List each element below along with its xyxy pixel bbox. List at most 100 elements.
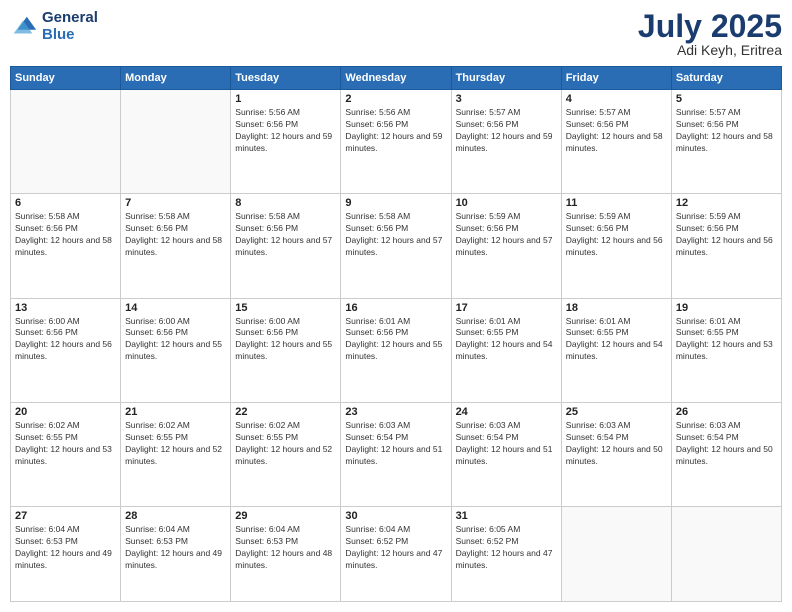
- day-cell: 2 Sunrise: 5:56 AMSunset: 6:56 PMDaylight…: [341, 90, 451, 194]
- day-number: 5: [676, 93, 777, 105]
- day-cell: 17 Sunrise: 6:01 AMSunset: 6:55 PMDayligh…: [451, 298, 561, 402]
- day-cell: 24 Sunrise: 6:03 AMSunset: 6:54 PMDayligh…: [451, 402, 561, 506]
- day-info: Sunrise: 6:03 AMSunset: 6:54 PMDaylight:…: [566, 420, 667, 468]
- day-number: 3: [456, 93, 557, 105]
- day-info: Sunrise: 6:03 AMSunset: 6:54 PMDaylight:…: [676, 420, 777, 468]
- day-number: 23: [345, 406, 446, 418]
- day-cell: 20 Sunrise: 6:02 AMSunset: 6:55 PMDayligh…: [11, 402, 121, 506]
- day-cell: 23 Sunrise: 6:03 AMSunset: 6:54 PMDayligh…: [341, 402, 451, 506]
- column-header-tuesday: Tuesday: [231, 67, 341, 90]
- day-number: 25: [566, 406, 667, 418]
- day-info: Sunrise: 6:01 AMSunset: 6:55 PMDaylight:…: [456, 316, 557, 364]
- day-cell: 3 Sunrise: 5:57 AMSunset: 6:56 PMDaylight…: [451, 90, 561, 194]
- day-number: 10: [456, 197, 557, 209]
- day-cell: 12 Sunrise: 5:59 AMSunset: 6:56 PMDayligh…: [671, 194, 781, 298]
- day-info: Sunrise: 6:05 AMSunset: 6:52 PMDaylight:…: [456, 524, 557, 572]
- day-number: 14: [125, 302, 226, 314]
- day-info: Sunrise: 6:04 AMSunset: 6:53 PMDaylight:…: [15, 524, 116, 572]
- day-info: Sunrise: 6:00 AMSunset: 6:56 PMDaylight:…: [235, 316, 336, 364]
- day-cell: 19Sunrise: 6:01 AMSunset: 6:55 PMDayligh…: [671, 298, 781, 402]
- day-number: 13: [15, 302, 116, 314]
- day-info: Sunrise: 6:03 AMSunset: 6:54 PMDaylight:…: [456, 420, 557, 468]
- day-info: Sunrise: 6:00 AMSunset: 6:56 PMDaylight:…: [15, 316, 116, 364]
- column-header-friday: Friday: [561, 67, 671, 90]
- day-cell: 25 Sunrise: 6:03 AMSunset: 6:54 PMDayligh…: [561, 402, 671, 506]
- day-number: 20: [15, 406, 116, 418]
- day-cell: [11, 90, 121, 194]
- day-info: Sunrise: 6:01 AMSunset: 6:55 PMDaylight:…: [676, 316, 777, 364]
- day-number: 16: [345, 302, 446, 314]
- day-number: 9: [345, 197, 446, 209]
- day-number: 27: [15, 510, 116, 522]
- day-cell: 21Sunrise: 6:02 AMSunset: 6:55 PMDayligh…: [121, 402, 231, 506]
- day-cell: 9 Sunrise: 5:58 AMSunset: 6:56 PMDaylight…: [341, 194, 451, 298]
- column-header-saturday: Saturday: [671, 67, 781, 90]
- day-info: Sunrise: 6:04 AMSunset: 6:53 PMDaylight:…: [235, 524, 336, 572]
- day-info: Sunrise: 5:57 AMSunset: 6:56 PMDaylight:…: [566, 107, 667, 155]
- day-info: Sunrise: 5:57 AMSunset: 6:56 PMDaylight:…: [456, 107, 557, 155]
- week-row-3: 13 Sunrise: 6:00 AMSunset: 6:56 PMDayligh…: [11, 298, 782, 402]
- day-info: Sunrise: 5:57 AMSunset: 6:56 PMDaylight:…: [676, 107, 777, 155]
- day-number: 22: [235, 406, 336, 418]
- day-cell: 7 Sunrise: 5:58 AMSunset: 6:56 PMDaylight…: [121, 194, 231, 298]
- day-number: 24: [456, 406, 557, 418]
- day-info: Sunrise: 6:01 AMSunset: 6:56 PMDaylight:…: [345, 316, 446, 364]
- day-info: Sunrise: 5:59 AMSunset: 6:56 PMDaylight:…: [566, 211, 667, 259]
- day-number: 8: [235, 197, 336, 209]
- day-cell: 5 Sunrise: 5:57 AMSunset: 6:56 PMDaylight…: [671, 90, 781, 194]
- day-info: Sunrise: 5:56 AMSunset: 6:56 PMDaylight:…: [235, 107, 336, 155]
- header-row: SundayMondayTuesdayWednesdayThursdayFrid…: [11, 67, 782, 90]
- logo-icon: [10, 13, 38, 41]
- day-number: 6: [15, 197, 116, 209]
- day-number: 17: [456, 302, 557, 314]
- day-cell: 16 Sunrise: 6:01 AMSunset: 6:56 PMDayligh…: [341, 298, 451, 402]
- day-number: 11: [566, 197, 667, 209]
- day-cell: [121, 90, 231, 194]
- day-info: Sunrise: 6:01 AMSunset: 6:55 PMDaylight:…: [566, 316, 667, 364]
- day-cell: 11 Sunrise: 5:59 AMSunset: 6:56 PMDayligh…: [561, 194, 671, 298]
- day-cell: 27 Sunrise: 6:04 AMSunset: 6:53 PMDayligh…: [11, 507, 121, 602]
- day-number: 12: [676, 197, 777, 209]
- day-number: 26: [676, 406, 777, 418]
- day-number: 18: [566, 302, 667, 314]
- day-info: Sunrise: 5:59 AMSunset: 6:56 PMDaylight:…: [456, 211, 557, 259]
- day-number: 30: [345, 510, 446, 522]
- column-header-wednesday: Wednesday: [341, 67, 451, 90]
- day-cell: 29 Sunrise: 6:04 AMSunset: 6:53 PMDayligh…: [231, 507, 341, 602]
- week-row-2: 6 Sunrise: 5:58 AMSunset: 6:56 PMDaylight…: [11, 194, 782, 298]
- day-info: Sunrise: 5:58 AMSunset: 6:56 PMDaylight:…: [235, 211, 336, 259]
- week-row-5: 27 Sunrise: 6:04 AMSunset: 6:53 PMDayligh…: [11, 507, 782, 602]
- day-info: Sunrise: 6:02 AMSunset: 6:55 PMDaylight:…: [125, 420, 226, 468]
- day-number: 29: [235, 510, 336, 522]
- day-info: Sunrise: 6:04 AMSunset: 6:52 PMDaylight:…: [345, 524, 446, 572]
- page: General Blue July 2025 Adi Keyh, Eritrea…: [0, 0, 792, 612]
- day-info: Sunrise: 5:56 AMSunset: 6:56 PMDaylight:…: [345, 107, 446, 155]
- header: General Blue July 2025 Adi Keyh, Eritrea: [10, 10, 782, 58]
- day-number: 15: [235, 302, 336, 314]
- month-title: July 2025: [638, 10, 782, 42]
- day-cell: 26 Sunrise: 6:03 AMSunset: 6:54 PMDayligh…: [671, 402, 781, 506]
- day-info: Sunrise: 5:58 AMSunset: 6:56 PMDaylight:…: [125, 211, 226, 259]
- day-number: 2: [345, 93, 446, 105]
- week-row-4: 20 Sunrise: 6:02 AMSunset: 6:55 PMDayligh…: [11, 402, 782, 506]
- day-cell: 18 Sunrise: 6:01 AMSunset: 6:55 PMDayligh…: [561, 298, 671, 402]
- day-cell: 1Sunrise: 5:56 AMSunset: 6:56 PMDaylight…: [231, 90, 341, 194]
- calendar-table: SundayMondayTuesdayWednesdayThursdayFrid…: [10, 66, 782, 602]
- column-header-monday: Monday: [121, 67, 231, 90]
- location-subtitle: Adi Keyh, Eritrea: [638, 42, 782, 58]
- logo-text: General Blue: [42, 10, 98, 43]
- day-info: Sunrise: 6:04 AMSunset: 6:53 PMDaylight:…: [125, 524, 226, 572]
- day-number: 28: [125, 510, 226, 522]
- day-info: Sunrise: 6:03 AMSunset: 6:54 PMDaylight:…: [345, 420, 446, 468]
- day-cell: 15 Sunrise: 6:00 AMSunset: 6:56 PMDayligh…: [231, 298, 341, 402]
- day-cell: 6Sunrise: 5:58 AMSunset: 6:56 PMDaylight…: [11, 194, 121, 298]
- week-row-1: 1Sunrise: 5:56 AMSunset: 6:56 PMDaylight…: [11, 90, 782, 194]
- day-cell: 8 Sunrise: 5:58 AMSunset: 6:56 PMDaylight…: [231, 194, 341, 298]
- day-info: Sunrise: 5:59 AMSunset: 6:56 PMDaylight:…: [676, 211, 777, 259]
- day-info: Sunrise: 5:58 AMSunset: 6:56 PMDaylight:…: [345, 211, 446, 259]
- column-header-thursday: Thursday: [451, 67, 561, 90]
- day-info: Sunrise: 6:02 AMSunset: 6:55 PMDaylight:…: [15, 420, 116, 468]
- day-cell: 4Sunrise: 5:57 AMSunset: 6:56 PMDaylight…: [561, 90, 671, 194]
- day-number: 7: [125, 197, 226, 209]
- day-number: 31: [456, 510, 557, 522]
